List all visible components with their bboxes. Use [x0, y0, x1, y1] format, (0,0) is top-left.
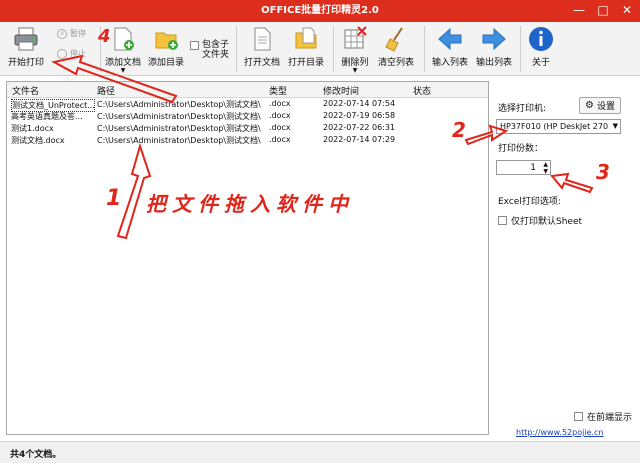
annotation-arrow-2	[464, 124, 509, 146]
annotation-number-4: 4	[98, 26, 111, 47]
annotation-overlay	[51, 54, 594, 240]
annotation-arrow-4	[51, 54, 178, 104]
annotation-drag-hint: 把文件拖入软件中	[146, 192, 354, 216]
annotation-number-2: 2	[452, 118, 466, 142]
annotation-number-3: 3	[596, 160, 610, 184]
annotation-number-1: 1	[106, 186, 122, 211]
annotation-arrow-3	[550, 172, 594, 194]
